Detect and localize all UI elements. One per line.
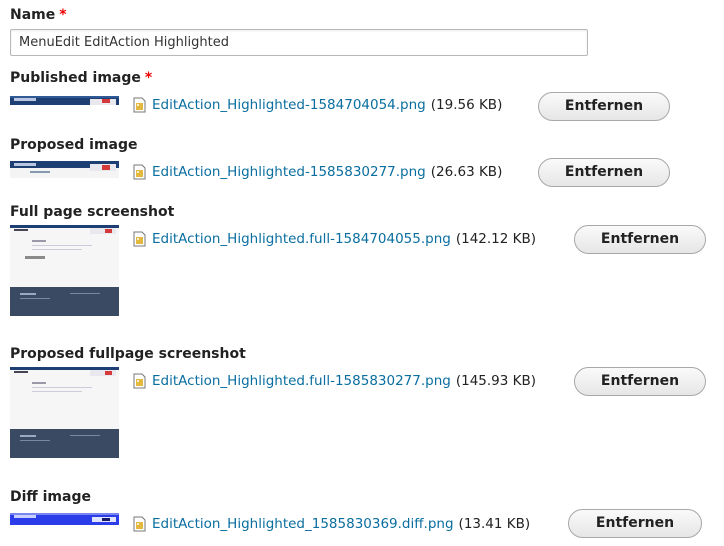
image-file-icon xyxy=(133,164,146,180)
proposed-image-file: EditAction_Highlighted-1585830277.png (2… xyxy=(133,162,502,182)
proposed-fullpage-screenshot-file: EditAction_Highlighted.full-1585830277.p… xyxy=(133,371,536,391)
name-input[interactable] xyxy=(10,29,588,56)
full-page-screenshot-file: EditAction_Highlighted.full-1584704055.p… xyxy=(133,229,536,249)
full-page-screenshot-label: Full page screenshot xyxy=(10,204,174,220)
remove-proposed-fullpage-screenshot-button[interactable]: Entfernen xyxy=(574,367,706,396)
remove-proposed-image-button[interactable]: Entfernen xyxy=(538,158,670,187)
proposed-fullpage-screenshot-link[interactable]: EditAction_Highlighted.full-1585830277.p… xyxy=(152,373,451,389)
proposed-fullpage-screenshot-label: Proposed fullpage screenshot xyxy=(10,346,246,362)
diff-image-label: Diff image xyxy=(10,489,91,505)
full-page-screenshot-label-text: Full page screenshot xyxy=(10,204,175,220)
published-image-link[interactable]: EditAction_Highlighted-1584704054.png xyxy=(152,97,426,113)
diff-image-file: EditAction_Highlighted_1585830369.diff.p… xyxy=(133,514,530,534)
diff-image-link[interactable]: EditAction_Highlighted_1585830369.diff.p… xyxy=(152,516,454,532)
published-image-label-text: Published image xyxy=(10,70,141,86)
published-image-size: (19.56 KB) xyxy=(430,97,503,113)
required-marker: * xyxy=(59,7,67,23)
image-file-icon xyxy=(133,97,146,113)
full-page-screenshot-thumbnail[interactable] xyxy=(10,225,119,316)
proposed-fullpage-screenshot-label-text: Proposed fullpage screenshot xyxy=(10,346,246,362)
proposed-image-size: (26.63 KB) xyxy=(430,164,503,180)
proposed-image-label: Proposed image xyxy=(10,137,138,153)
diff-image-thumbnail[interactable] xyxy=(10,513,119,525)
proposed-image-link[interactable]: EditAction_Highlighted-1585830277.png xyxy=(152,164,426,180)
published-image-file: EditAction_Highlighted-1584704054.png (1… xyxy=(133,95,502,115)
remove-diff-image-button[interactable]: Entfernen xyxy=(568,509,702,538)
name-label: Name * xyxy=(10,7,67,23)
proposed-fullpage-screenshot-size: (145.93 KB) xyxy=(455,373,537,389)
name-label-text: Name xyxy=(10,7,56,23)
published-image-label: Published image * xyxy=(10,70,152,86)
proposed-image-label-text: Proposed image xyxy=(10,137,138,153)
proposed-image-thumbnail[interactable] xyxy=(10,161,119,178)
diff-image-label-text: Diff image xyxy=(10,489,91,505)
proposed-fullpage-screenshot-thumbnail[interactable] xyxy=(10,367,119,458)
image-file-icon xyxy=(133,516,146,532)
remove-full-page-screenshot-button[interactable]: Entfernen xyxy=(574,225,706,254)
remove-published-image-button[interactable]: Entfernen xyxy=(538,92,670,121)
full-page-screenshot-size: (142.12 KB) xyxy=(455,231,537,247)
image-file-icon xyxy=(133,231,146,247)
full-page-screenshot-link[interactable]: EditAction_Highlighted.full-1584704055.p… xyxy=(152,231,451,247)
published-image-thumbnail[interactable] xyxy=(10,96,119,105)
image-file-icon xyxy=(133,373,146,389)
diff-image-size: (13.41 KB) xyxy=(458,516,531,532)
required-marker: * xyxy=(144,70,153,86)
